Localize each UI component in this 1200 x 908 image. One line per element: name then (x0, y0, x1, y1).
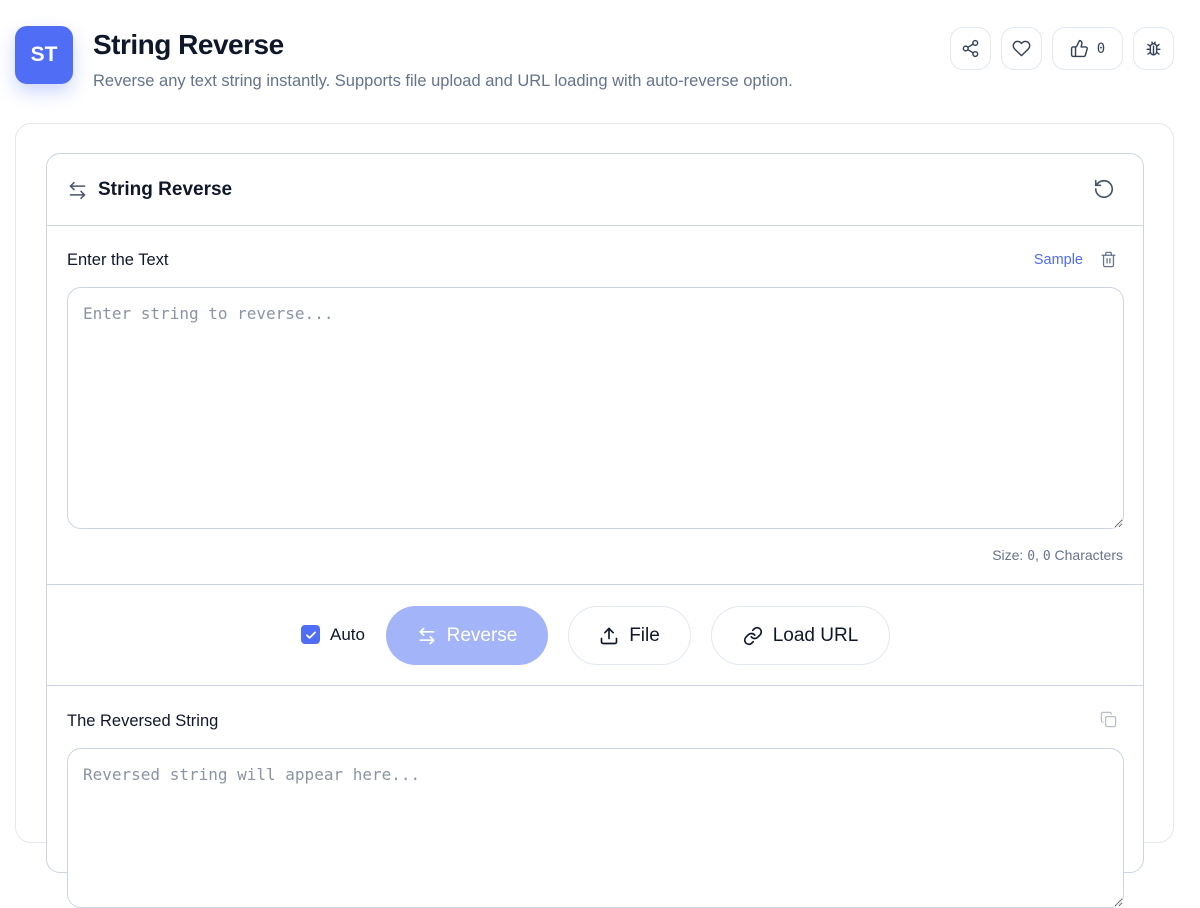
tool-card: String Reverse Enter the Text Sample Siz… (46, 153, 1144, 908)
auto-checkbox[interactable] (301, 625, 320, 644)
load-url-button-label: Load URL (772, 624, 859, 646)
output-textarea[interactable] (67, 748, 1124, 908)
card-title: String Reverse (98, 179, 233, 200)
like-button[interactable]: 0 (1052, 27, 1123, 70)
size-label: Size: (992, 547, 1024, 563)
page-title: String Reverse (93, 29, 284, 60)
reverse-button-label: Reverse (446, 624, 518, 646)
app-logo: ST (15, 26, 73, 84)
bug-icon (1144, 39, 1163, 58)
trash-icon[interactable] (1100, 251, 1117, 268)
output-label: The Reversed String (67, 712, 219, 730)
char-count: 0 (1042, 549, 1051, 564)
check-icon (304, 628, 318, 642)
page-header: ST String Reverse Reverse any text strin… (0, 0, 1200, 110)
link-icon (743, 626, 763, 646)
input-label: Enter the Text (67, 251, 169, 269)
share-button[interactable] (950, 27, 991, 70)
share-icon (961, 39, 980, 58)
size-info: Size: 0, 0 Characters (992, 547, 1123, 564)
like-count: 0 (1096, 40, 1106, 57)
auto-label[interactable]: Auto (330, 625, 365, 645)
swap-arrows-icon (417, 626, 437, 646)
reverse-button[interactable]: Reverse (386, 606, 548, 665)
file-upload-button[interactable]: File (568, 606, 691, 665)
file-button-label: File (629, 624, 660, 646)
input-textarea[interactable] (67, 287, 1124, 529)
char-label: Characters (1054, 547, 1123, 563)
swap-arrows-icon (67, 180, 88, 201)
sample-button[interactable]: Sample (1034, 252, 1083, 268)
favorite-button[interactable] (1001, 27, 1042, 70)
reset-icon[interactable] (1093, 178, 1115, 200)
tool-container: String Reverse Enter the Text Sample Siz… (15, 123, 1174, 908)
upload-icon (599, 626, 619, 646)
report-bug-button[interactable] (1133, 27, 1174, 70)
copy-icon[interactable] (1100, 711, 1117, 728)
load-url-button[interactable]: Load URL (711, 606, 890, 665)
heart-icon (1012, 39, 1031, 58)
size-value: 0 (1027, 549, 1036, 564)
action-bar: Auto Reverse File Load URL (47, 584, 1143, 686)
thumbs-up-icon (1070, 39, 1089, 58)
card-header: String Reverse (47, 154, 1143, 226)
page-subtitle: Reverse any text string instantly. Suppo… (93, 72, 793, 90)
